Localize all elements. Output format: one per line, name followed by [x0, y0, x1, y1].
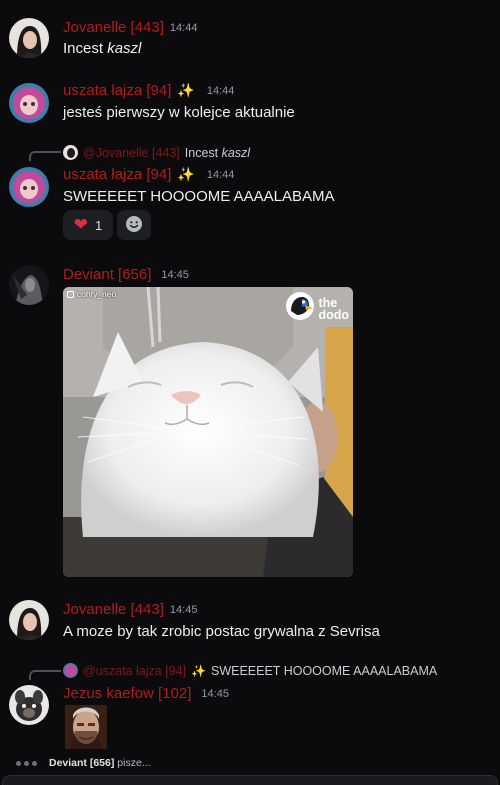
timestamp: 14:44	[206, 84, 235, 97]
reply-spine	[29, 151, 61, 161]
smiley-icon	[125, 215, 143, 236]
avatar[interactable]	[9, 265, 49, 305]
author-name[interactable]: Jezus kaefow [102]	[63, 685, 191, 702]
avatar[interactable]	[9, 18, 49, 58]
reply-author[interactable]: @Jovanelle [443]	[83, 146, 180, 160]
brand-line1: the	[318, 295, 338, 310]
timestamp: 14:44	[206, 168, 235, 181]
heart-icon: ❤	[73, 215, 88, 234]
message-text-plain: Incest	[63, 40, 108, 57]
typing-dots-icon	[16, 760, 37, 766]
reply-text: SWEEEEET HOOOOME AAAALABAMA	[210, 663, 438, 678]
message-text: Incest kaszl	[63, 40, 141, 57]
watermark-user-text: cohty_neo	[77, 289, 117, 299]
reply-text-italic: kaszl	[221, 145, 251, 160]
brand-line2: dodo	[318, 307, 349, 322]
reply-avatar	[63, 145, 78, 160]
avatar[interactable]	[9, 167, 49, 207]
reaction-count: 1	[95, 217, 103, 233]
message-composer[interactable]	[2, 775, 498, 785]
timestamp: 14:45	[169, 603, 198, 616]
typing-suffix: pisze...	[114, 757, 151, 769]
add-reaction-button[interactable]	[117, 210, 151, 240]
author-name[interactable]: Deviant [656]	[63, 266, 151, 283]
instagram-icon	[67, 290, 74, 298]
avatar[interactable]	[9, 685, 49, 725]
sparkle-icon: ✨	[177, 82, 195, 98]
reply-text: Incest kaszl	[185, 146, 250, 160]
reply-preview[interactable]: @Jovanelle [443] Incest kaszl	[63, 145, 250, 160]
sparkle-icon: ✨	[191, 663, 206, 678]
message-text: A moze by tak zrobic postac grywalna z S…	[63, 623, 380, 640]
dodo-bird-icon	[285, 291, 315, 326]
timestamp: 14:44	[169, 21, 198, 34]
typing-user: Deviant [656]	[49, 757, 115, 769]
avatar[interactable]	[9, 600, 49, 640]
dodo-logo: the dodo	[285, 291, 349, 326]
reply-avatar	[63, 663, 78, 678]
message-text: SWEEEEET HOOOOME AAAALABAMA	[63, 188, 335, 205]
author-name[interactable]: Jovanelle [443]	[63, 601, 164, 618]
typing-indicator: Deviant [656] pisze...	[16, 757, 151, 769]
watermark-username: cohty_neo	[67, 289, 116, 299]
message-text-italic: kaszl	[107, 40, 142, 57]
reply-spine	[29, 670, 61, 680]
reply-text-plain: Incest	[184, 145, 222, 160]
author-name[interactable]: Jovanelle [443]	[63, 19, 164, 36]
reply-preview[interactable]: @uszata łajza [94] ✨ SWEEEEET HOOOOME AA…	[63, 663, 437, 678]
reply-author[interactable]: @uszata łajza [94]	[83, 664, 186, 678]
reaction-heart[interactable]: ❤ 1	[63, 210, 113, 240]
timestamp: 14:45	[201, 687, 229, 700]
cat-image-attachment[interactable]: cohty_neo the dodo	[63, 287, 353, 577]
sparkle-icon: ✨	[177, 166, 195, 182]
author-name[interactable]: uszata łajza [94]	[63, 166, 171, 183]
author-name[interactable]: uszata łajza [94]	[63, 82, 171, 99]
typing-text: Deviant [656] pisze...	[49, 757, 151, 769]
timestamp: 14:45	[161, 268, 189, 281]
avatar[interactable]	[9, 83, 49, 123]
sticker-image[interactable]	[65, 705, 107, 749]
message-text: jesteś pierwszy w kolejce aktualnie	[63, 104, 295, 121]
